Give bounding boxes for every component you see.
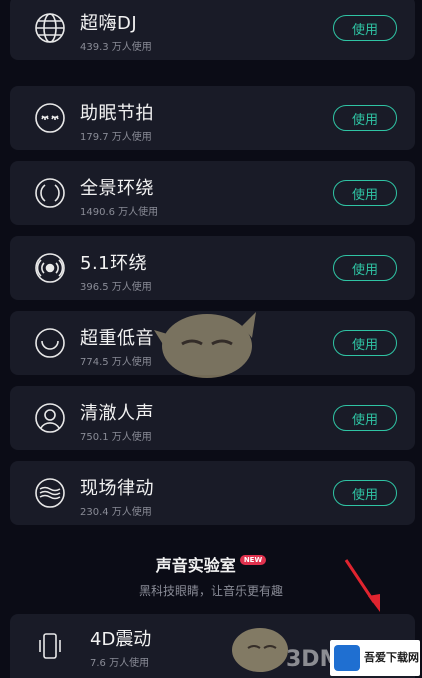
effect-card-sleep-beat[interactable]: 助眠节拍 179.7 万人使用 使用: [10, 86, 415, 150]
effect-card-5-1-surround[interactable]: 5.1环绕 396.5 万人使用 使用: [10, 236, 415, 300]
effect-card-panorama-surround[interactable]: 全景环绕 1490.6 万人使用 使用: [10, 161, 415, 225]
effect-title: 超重低音: [80, 328, 154, 349]
effect-title: 全景环绕: [80, 178, 154, 199]
effect-usage-count: 396.5 万人使用: [80, 282, 152, 293]
effect-usage-count: 750.1 万人使用: [80, 432, 152, 443]
surround-speaker-icon: [32, 250, 68, 286]
use-button[interactable]: 使用: [333, 180, 397, 206]
bass-circle-icon: [32, 325, 68, 361]
section-title: 声音实验室: [155, 556, 236, 575]
effect-usage-count: 774.5 万人使用: [80, 357, 152, 368]
effect-card-super-dj[interactable]: 超嗨DJ 439.3 万人使用 使用: [10, 0, 415, 60]
effect-title: 超嗨DJ: [80, 13, 138, 34]
effect-title: 现场律动: [80, 478, 154, 499]
sleep-face-icon: [32, 100, 68, 136]
red-arrow-annotation: [344, 559, 380, 612]
sound-lab-heading: 声音实验室 NEW: [155, 552, 267, 576]
person-icon: [32, 400, 68, 436]
effect-usage-count: 7.6 万人使用: [90, 658, 150, 669]
use-button[interactable]: 使用: [333, 330, 397, 356]
effect-usage-count: 1490.6 万人使用: [80, 207, 159, 218]
phone-vibrate-icon: [32, 628, 68, 664]
use-button[interactable]: 使用: [333, 15, 397, 41]
site-logo: 吾爱下载网: [330, 640, 420, 676]
use-button[interactable]: 使用: [333, 255, 397, 281]
effect-usage-count: 439.3 万人使用: [80, 42, 152, 53]
effect-title: 4D震动: [90, 629, 152, 650]
site-logo-name: 吾爱下载网: [364, 650, 419, 664]
effect-title: 清澈人声: [80, 403, 154, 424]
effect-card-live-groove[interactable]: 现场律动 230.4 万人使用 使用: [10, 461, 415, 525]
site-logo-icon: [334, 645, 360, 671]
effect-title: 助眠节拍: [80, 103, 154, 124]
effect-title: 5.1环绕: [80, 253, 148, 274]
use-button[interactable]: 使用: [333, 480, 397, 506]
effect-card-clear-vocal[interactable]: 清澈人声 750.1 万人使用 使用: [10, 386, 415, 450]
wave-lines-icon: [32, 475, 68, 511]
panorama-ring-icon: [32, 175, 68, 211]
use-button[interactable]: 使用: [333, 405, 397, 431]
use-button[interactable]: 使用: [333, 105, 397, 131]
effect-usage-count: 179.7 万人使用: [80, 132, 152, 143]
globe-icon: [32, 10, 68, 46]
effect-usage-count: 230.4 万人使用: [80, 507, 152, 518]
new-badge: NEW: [239, 555, 267, 565]
watermark-mascot-icon: [154, 312, 256, 378]
